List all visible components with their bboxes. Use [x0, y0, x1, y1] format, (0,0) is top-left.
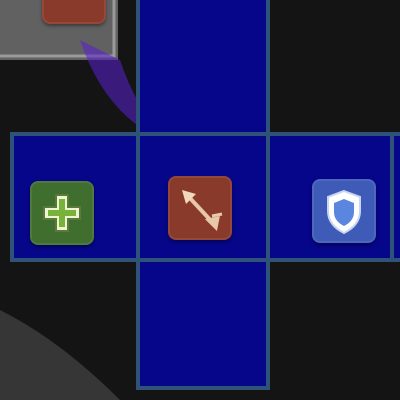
loot-badge[interactable]: [42, 0, 106, 24]
defense-badge[interactable]: [312, 179, 376, 243]
healing-badge[interactable]: [30, 181, 94, 245]
loot-icon: [42, 0, 106, 24]
room-shadow-arc: [0, 310, 120, 400]
tile-bottom-center[interactable]: [136, 256, 270, 390]
arrow-icon: [182, 190, 223, 232]
shield-icon: [327, 189, 361, 235]
tile-top-center[interactable]: [136, 0, 270, 140]
combat-badge[interactable]: [168, 176, 232, 240]
tile-far-right-partial[interactable]: [390, 132, 400, 262]
dungeon-map: [0, 0, 400, 400]
green-cross-icon: [43, 194, 81, 232]
